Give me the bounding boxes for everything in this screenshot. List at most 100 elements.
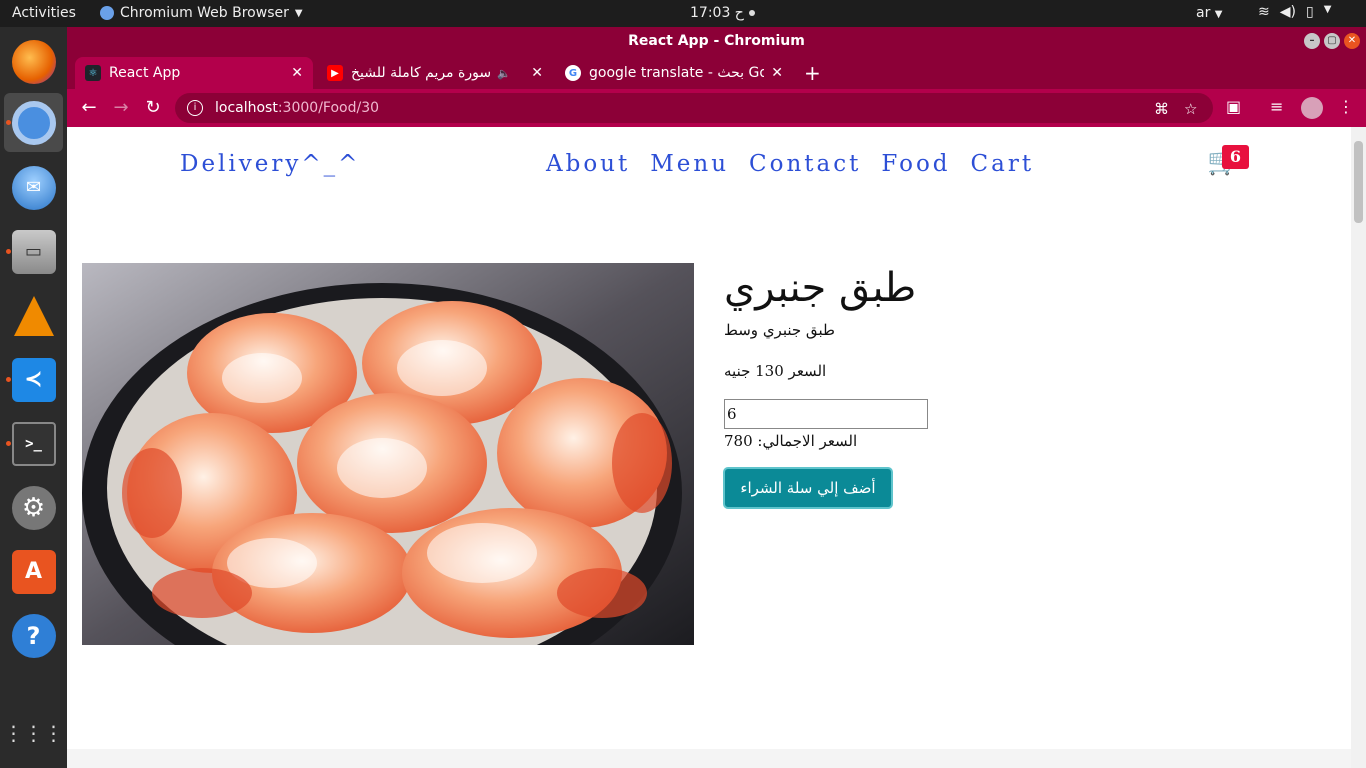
minimize-button[interactable]: – <box>1304 33 1320 49</box>
browser-toolbar: ← → ↻ i localhost:3000/Food/30 ⌘ ☆ ▣ ≡ ⋮ <box>67 89 1366 127</box>
chevron-down-icon: ▼ <box>1214 9 1223 20</box>
browser-window: React App - Chromium – ▢ ✕ ⚛ React App ✕… <box>67 27 1366 768</box>
translate-icon[interactable]: ⌘ <box>1154 100 1169 118</box>
url-host: localhost <box>215 100 278 116</box>
files-icon: ▭ <box>11 229 56 274</box>
brand-logo[interactable]: Delivery^_^ <box>180 151 360 177</box>
youtube-icon: ▶ <box>327 65 343 81</box>
dock-software[interactable]: A <box>4 542 63 601</box>
settings-icon: ⚙ <box>11 485 56 530</box>
add-to-cart-button[interactable]: أضف إلي سلة الشراء <box>723 467 893 509</box>
react-icon: ⚛ <box>85 65 101 81</box>
shrimp-photo <box>82 263 694 645</box>
profile-avatar[interactable] <box>1301 97 1323 119</box>
vlc-icon <box>13 295 54 336</box>
app-menu-label: Chromium Web Browser <box>120 5 289 21</box>
notification-dot-icon <box>748 10 755 16</box>
page-viewport: Delivery^_^ About Menu Contact Food Cart… <box>67 127 1351 768</box>
dock-help[interactable]: ? <box>4 606 63 665</box>
nav-about[interactable]: About <box>546 151 630 177</box>
new-tab-button[interactable]: + <box>804 61 821 85</box>
app-menu[interactable]: Chromium Web Browser ▼ <box>100 5 303 21</box>
dock-settings[interactable]: ⚙ <box>4 478 63 537</box>
tab-youtube[interactable]: ▶ سورة مريم كاملة للشيخ 🔈 ✕ <box>317 57 553 89</box>
dock-files[interactable]: ▭ <box>4 222 63 281</box>
cart-count-badge: 6 <box>1222 145 1249 169</box>
total-price: السعر الاجمالي: 780 <box>724 432 858 450</box>
close-tab-icon[interactable]: ✕ <box>531 65 543 81</box>
terminal-icon: >_ <box>11 421 56 466</box>
dock-vlc[interactable] <box>4 286 63 345</box>
nav-food[interactable]: Food <box>881 151 950 177</box>
close-tab-icon[interactable]: ✕ <box>291 65 303 81</box>
food-price: السعر 130 جنيه <box>724 362 827 380</box>
software-icon: A <box>11 549 56 594</box>
nav-cart[interactable]: Cart <box>971 151 1035 177</box>
chevron-down-icon: ▼ <box>294 7 303 19</box>
nav-contact[interactable]: Contact <box>749 151 861 177</box>
thunderbird-icon: ✉ <box>11 165 56 210</box>
menu-kebab-icon[interactable]: ⋮ <box>1338 97 1354 116</box>
close-tab-icon[interactable]: ✕ <box>771 65 783 81</box>
food-image <box>82 263 694 645</box>
grid-icon: ⋮⋮⋮ <box>3 720 64 745</box>
clock[interactable]: ح 17:03 <box>690 5 755 21</box>
running-indicator <box>6 377 11 382</box>
vscode-icon: ≺ <box>11 357 56 402</box>
running-indicator <box>6 249 11 254</box>
language-label: ar <box>1196 5 1211 21</box>
show-apps-button[interactable]: ⋮⋮⋮ <box>3 703 64 762</box>
language-indicator[interactable]: ar ▼ <box>1196 5 1223 21</box>
system-top-bar: Activities Chromium Web Browser ▼ ح 17:0… <box>0 0 1366 27</box>
activities-button[interactable]: Activities <box>12 5 76 21</box>
audio-playing-icon: 🔈 <box>497 66 511 80</box>
forward-button[interactable]: → <box>110 97 132 118</box>
dock-chromium[interactable] <box>4 93 63 152</box>
window-titlebar: React App - Chromium – ▢ ✕ <box>67 27 1366 55</box>
close-window-button[interactable]: ✕ <box>1344 33 1360 49</box>
page-footer <box>67 749 1351 768</box>
dock-firefox[interactable] <box>4 32 63 91</box>
dock-vscode[interactable]: ≺ <box>4 350 63 409</box>
dock: ✉ ▭ ≺ >_ ⚙ A ? ⋮⋮⋮ <box>0 27 67 768</box>
maximize-button[interactable]: ▢ <box>1324 33 1340 49</box>
running-indicator <box>6 441 11 446</box>
window-title: React App - Chromium <box>628 33 805 49</box>
clock-label: ح 17:03 <box>690 5 744 21</box>
reload-button[interactable]: ↻ <box>142 97 164 118</box>
url-path: :3000/Food/30 <box>277 100 380 116</box>
chromium-icon <box>11 100 56 145</box>
address-bar[interactable]: i localhost:3000/Food/30 ⌘ ☆ <box>175 93 1213 123</box>
tab-label: سورة مريم كاملة للشيخ <box>351 65 492 81</box>
info-icon[interactable]: i <box>187 100 203 116</box>
google-icon: G <box>565 65 581 81</box>
quantity-input[interactable] <box>724 399 928 429</box>
cart-button[interactable]: 🛒 6 <box>1207 145 1249 177</box>
volume-icon: ◀) <box>1279 4 1296 20</box>
tab-label: React App <box>109 65 181 81</box>
help-icon: ? <box>11 613 56 658</box>
firefox-icon <box>11 39 56 84</box>
media-controls-icon[interactable]: ≡ <box>1270 97 1283 116</box>
system-tray[interactable]: ≋ ◀) ▯ ▼ <box>1258 4 1331 20</box>
bookmark-star-icon[interactable]: ☆ <box>1184 100 1197 118</box>
tab-strip: ⚛ React App ✕ ▶ سورة مريم كاملة للشيخ 🔈 … <box>67 55 1366 89</box>
battery-icon: ▯ <box>1305 4 1314 20</box>
window-controls: – ▢ ✕ <box>1304 33 1360 49</box>
back-button[interactable]: ← <box>78 97 100 118</box>
dock-terminal[interactable]: >_ <box>4 414 63 473</box>
dock-thunderbird[interactable]: ✉ <box>4 158 63 217</box>
main-nav: About Menu Contact Food Cart <box>546 151 1034 177</box>
page-scrollbar[interactable] <box>1351 127 1366 768</box>
nav-menu[interactable]: Menu <box>650 151 729 177</box>
chevron-down-icon: ▼ <box>1323 4 1332 15</box>
scrollbar-thumb[interactable] <box>1354 141 1363 223</box>
tab-google[interactable]: G google translate - بحث Go ✕ <box>555 57 793 89</box>
tab-label: google translate - بحث Go <box>589 65 764 81</box>
food-title: طبق جنبري <box>724 265 917 311</box>
chromium-small-icon <box>100 6 114 20</box>
tab-react-app[interactable]: ⚛ React App ✕ <box>75 57 313 89</box>
extension-icon[interactable]: ▣ <box>1226 97 1241 116</box>
wifi-icon: ≋ <box>1258 4 1270 20</box>
running-indicator <box>6 120 11 125</box>
